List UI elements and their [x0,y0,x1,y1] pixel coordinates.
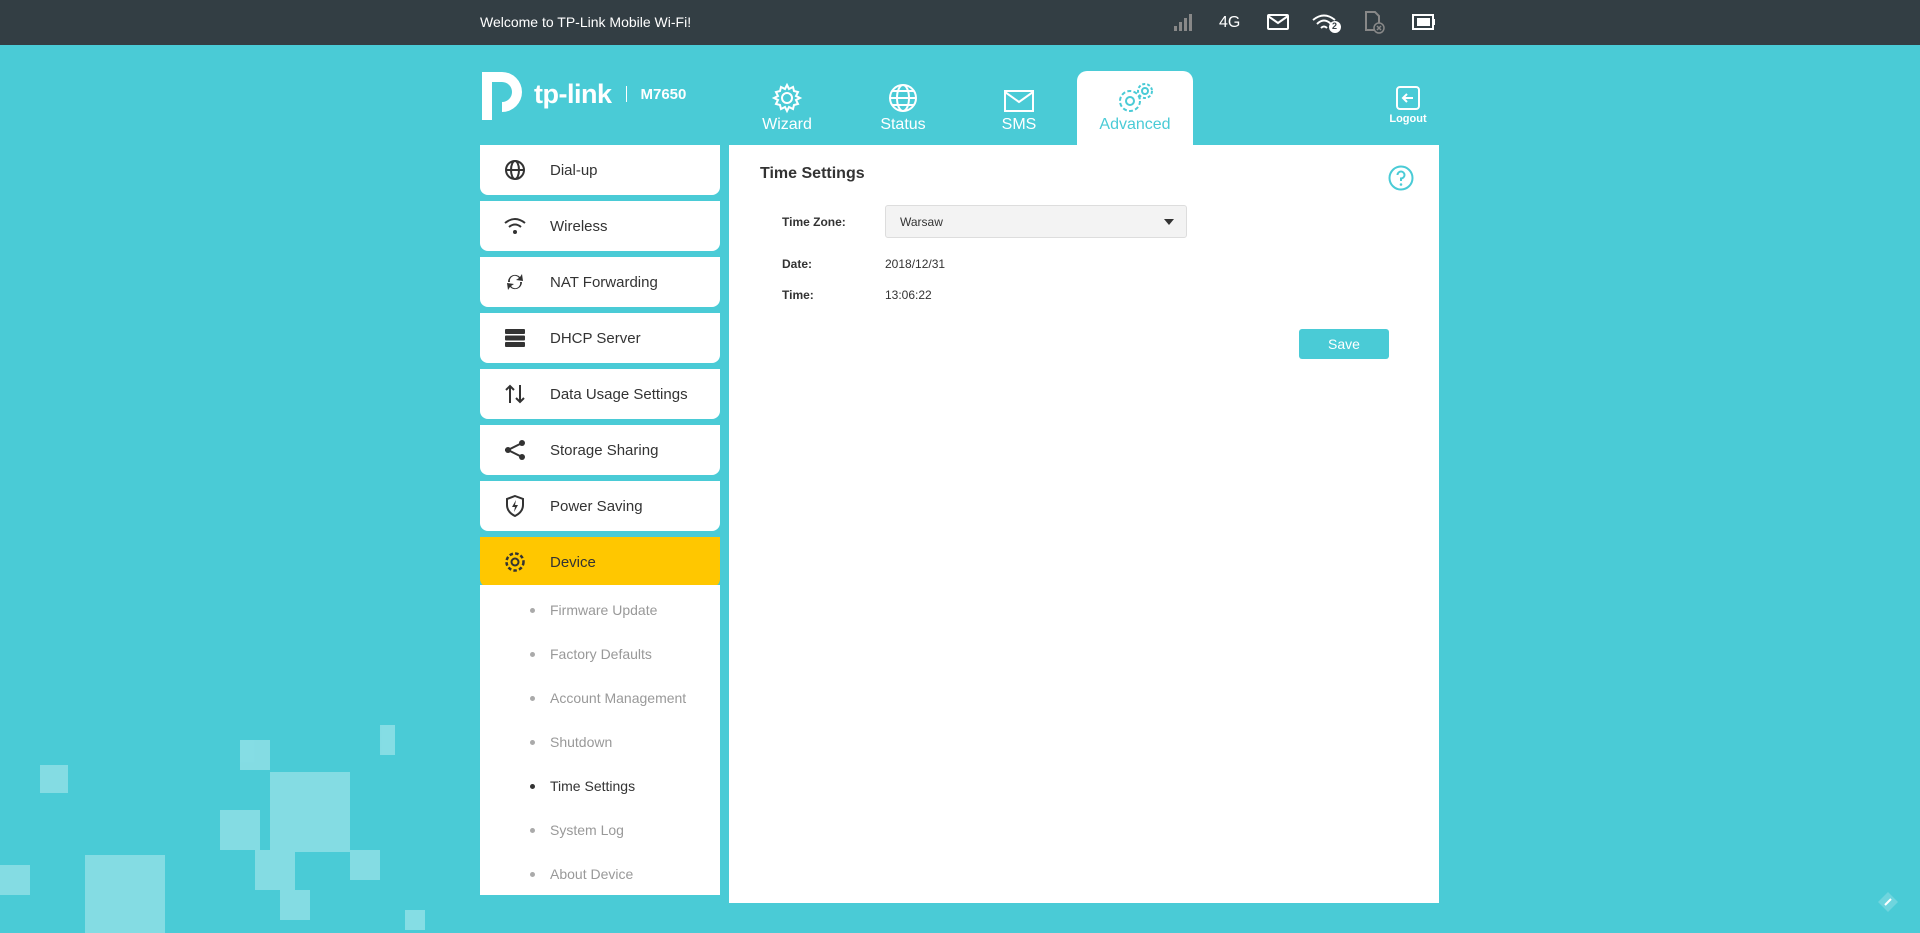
time-value: 13:06:22 [885,288,932,302]
page-title: Time Settings [760,165,865,182]
background-decoration [0,725,425,933]
tp-link-logo-mark [482,72,522,120]
logo-divider [625,86,627,102]
sidebar-item-power-saving[interactable]: Power Saving [480,481,720,531]
tp-link-logo: tp-link M7650 [480,68,686,120]
wifi-clients-count: 2 [1332,21,1338,31]
sidebar-item-wireless[interactable]: Wireless [480,201,720,251]
timezone-label: Time Zone: [782,215,846,229]
tab-advanced-label: Advanced [1099,116,1171,133]
logout-label: Logout [1389,113,1427,125]
submenu-item-label: Firmware Update [550,602,658,618]
main-panel: Time Settings Time Zone: Warsaw Date: 20… [729,145,1439,903]
submenu-item-shutdown[interactable]: Shutdown [530,732,612,752]
tab-sms-label: SMS [1001,116,1037,133]
timezone-value: Warsaw [900,214,943,229]
edit-icon[interactable] [1876,890,1900,919]
top-status-bar: Welcome to TP-Link Mobile Wi-Fi! 4G 2 [0,0,1920,45]
sim-card-icon [1363,11,1387,40]
bullet [530,783,535,789]
sidebar-item-label: Device [550,553,596,571]
globe-icon [480,158,550,182]
updown-arrows-icon [480,383,550,405]
sidebar-item-label: Wireless [550,217,608,235]
share-icon [480,439,550,461]
tab-wizard-label: Wizard [762,116,812,133]
submenu-item-account-management[interactable]: Account Management [530,688,686,708]
submenu-item-label: System Log [550,822,624,838]
submenu-item-label: Account Management [550,690,687,706]
model-name: M7650 [640,85,687,103]
gear-icon [480,550,550,574]
sidebar-item-label: NAT Forwarding [550,273,658,291]
server-icon [480,328,550,348]
mail-icon[interactable] [1267,14,1289,35]
submenu-item-label: About Device [550,866,634,882]
bullet [530,651,535,657]
brand-name: tp-link [534,78,612,109]
tab-sms[interactable]: SMS [961,71,1077,145]
bullet [530,607,535,613]
sidebar-item-dhcp-server[interactable]: DHCP Server [480,313,720,363]
sidebar-item-label: Data Usage Settings [550,385,688,403]
tab-advanced[interactable]: Advanced [1077,71,1193,145]
submenu-item-label: Time Settings [550,778,636,794]
logout-icon [1396,86,1420,110]
submenu-item-system-log[interactable]: System Log [530,820,624,840]
time-label: Time: [782,288,814,302]
sidebar-item-label: DHCP Server [550,329,641,347]
network-type: 4G [1219,14,1241,31]
sidebar-item-storage-sharing[interactable]: Storage Sharing [480,425,720,475]
tab-wizard[interactable]: Wizard [729,71,845,145]
mail-icon [1004,90,1034,112]
date-value: 2018/12/31 [885,257,946,271]
sidebar-item-device[interactable]: Device [480,537,720,587]
gears-icon [1119,83,1153,112]
wifi-icon [480,216,550,236]
save-button[interactable]: Save [1299,329,1389,359]
timezone-select[interactable]: Warsaw [885,205,1187,238]
submenu-item-label: Factory Defaults [550,646,652,662]
sidebar-item-label: Power Saving [550,497,643,515]
device-submenu: Firmware Update Factory Defaults Account… [480,585,720,895]
wifi-icon [1311,12,1343,39]
refresh-icon [480,271,550,293]
sidebar-item-nat-forwarding[interactable]: NAT Forwarding [480,257,720,307]
submenu-item-about-device[interactable]: About Device [530,864,633,884]
sidebar-item-label: Dial-up [550,161,598,179]
shield-icon [480,495,550,517]
globe-icon [889,84,917,112]
submenu-item-firmware-update[interactable]: Firmware Update [530,600,657,620]
bullet [530,695,535,701]
gear-icon [771,82,803,114]
signal-icon [1173,12,1193,37]
welcome-message: Welcome to TP-Link Mobile Wi-Fi! [480,14,692,30]
logout-button[interactable]: Logout [1388,85,1428,125]
chevron-down-icon [1164,219,1174,225]
sidebar-item-dial-up[interactable]: Dial-up [480,145,720,195]
tab-status-label: Status [880,116,926,133]
submenu-item-label: Shutdown [550,734,613,750]
bullet [530,827,535,833]
bullet [530,871,535,877]
date-label: Date: [782,257,813,271]
submenu-item-factory-defaults[interactable]: Factory Defaults [530,644,652,664]
tab-status[interactable]: Status [845,71,961,145]
battery-icon [1412,14,1436,35]
sidebar-item-data-usage[interactable]: Data Usage Settings [480,369,720,419]
help-icon[interactable] [1388,165,1414,191]
submenu-item-time-settings[interactable]: Time Settings [530,776,635,796]
bullet [530,739,535,745]
sidebar-item-label: Storage Sharing [550,441,659,459]
